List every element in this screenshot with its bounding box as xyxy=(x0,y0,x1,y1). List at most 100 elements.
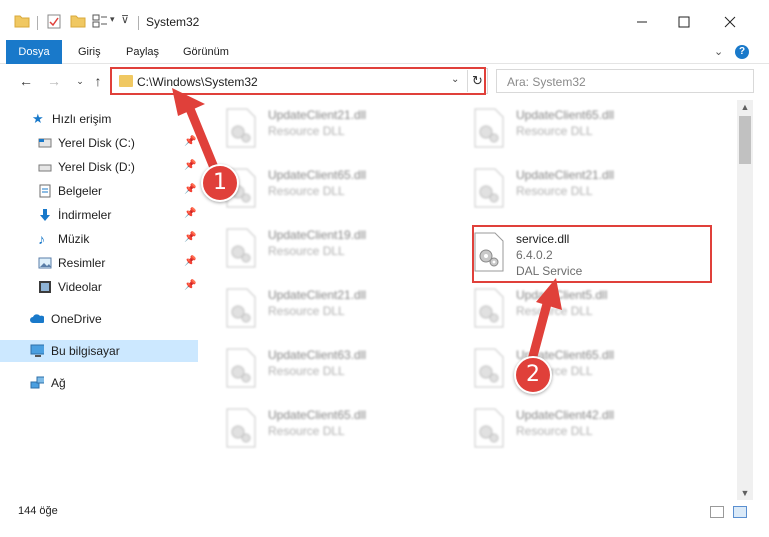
sidebar-item-pictures[interactable]: Resimler 📌 xyxy=(0,252,198,274)
file-item[interactable]: UpdateClient5.dll Resource DLL xyxy=(466,282,696,334)
file-description: Resource DLL xyxy=(268,184,345,198)
address-highlight-box xyxy=(110,67,486,95)
new-folder-icon[interactable] xyxy=(70,14,86,28)
sidebar-item-downloads[interactable]: İndirmeler 📌 xyxy=(0,204,198,226)
sidebar-item-videos[interactable]: Videolar 📌 xyxy=(0,276,198,298)
title-separator xyxy=(138,16,139,30)
qa-separator xyxy=(37,16,38,30)
dll-file-icon xyxy=(474,408,504,448)
tab-share[interactable]: Paylaş xyxy=(126,40,159,64)
folder-icon xyxy=(14,15,30,28)
dll-file-icon xyxy=(474,288,504,328)
dll-file-icon xyxy=(474,348,504,388)
properties-icon[interactable] xyxy=(47,14,61,29)
file-description: Resource DLL xyxy=(268,244,345,258)
file-description: Resource DLL xyxy=(268,364,345,378)
sidebar-item-drive-d[interactable]: Yerel Disk (D:) 📌 xyxy=(0,156,198,178)
file-name: UpdateClient65.dll xyxy=(516,108,615,122)
file-item[interactable]: UpdateClient21.dll Resource DLL xyxy=(218,102,448,154)
minimize-button[interactable] xyxy=(632,12,652,32)
file-description: Resource DLL xyxy=(268,304,345,318)
step-badge-1: 1 xyxy=(201,164,239,202)
pin-icon: 📌 xyxy=(184,256,197,267)
tab-home[interactable]: Giriş xyxy=(78,40,101,64)
back-button[interactable]: ← xyxy=(18,73,34,89)
expand-ribbon-icon[interactable]: ⌄ xyxy=(714,45,723,58)
file-name: UpdateClient63.dll xyxy=(268,348,367,362)
file-name: UpdateClient21.dll xyxy=(268,108,367,122)
sidebar-item-network[interactable]: Ağ xyxy=(0,372,198,394)
file-item[interactable]: UpdateClient65.dll Resource DLL xyxy=(466,102,696,154)
file-name: UpdateClient21.dll xyxy=(268,288,367,302)
item-count: 144 öğe xyxy=(18,505,58,517)
pin-icon: 📌 xyxy=(184,136,197,147)
sidebar-item-this-pc[interactable]: Bu bilgisayar xyxy=(0,340,198,362)
title-bar: ▾ ⊽ System32 xyxy=(0,0,769,40)
file-description: Resource DLL xyxy=(516,424,593,438)
pin-icon: 📌 xyxy=(184,280,197,291)
file-name: UpdateClient5.dll xyxy=(516,288,608,302)
up-button[interactable]: ↑ xyxy=(90,73,106,89)
tab-view[interactable]: Görünüm xyxy=(183,40,229,64)
help-icon[interactable]: ? xyxy=(735,45,749,59)
sidebar-label: Hızlı erişim xyxy=(52,112,112,126)
forward-button[interactable]: → xyxy=(46,73,62,89)
scroll-down-icon[interactable]: ▼ xyxy=(737,486,753,500)
maximize-button[interactable] xyxy=(674,12,694,32)
file-item[interactable]: UpdateClient19.dll Resource DLL xyxy=(218,222,448,274)
documents-icon xyxy=(39,184,51,198)
details-view-icon[interactable] xyxy=(710,506,724,518)
videos-icon xyxy=(39,281,51,293)
scroll-thumb[interactable] xyxy=(739,116,751,164)
file-item[interactable]: UpdateClient21.dll Resource DLL xyxy=(218,282,448,334)
file-description: Resource DLL xyxy=(268,124,345,138)
sidebar-item-quick-access[interactable]: ★ Hızlı erişim xyxy=(0,108,198,130)
file-item[interactable]: UpdateClient65.dll Resource DLL xyxy=(218,162,448,214)
pictures-icon xyxy=(38,257,52,269)
view-options-icon[interactable] xyxy=(92,14,108,28)
step-badge-2: 2 xyxy=(514,356,552,394)
sidebar-label: Videolar xyxy=(58,280,102,294)
file-item[interactable]: UpdateClient21.dll Resource DLL xyxy=(466,162,696,214)
status-bar: 144 öğe xyxy=(0,500,769,537)
close-icon xyxy=(724,16,736,28)
pin-icon: 📌 xyxy=(184,184,197,195)
sidebar-item-onedrive[interactable]: OneDrive xyxy=(0,308,198,330)
drive-icon xyxy=(38,138,52,148)
network-icon xyxy=(30,376,44,389)
pin-icon: 📌 xyxy=(184,160,197,171)
customize-qa-icon[interactable]: ⊽ xyxy=(121,13,129,26)
star-icon: ★ xyxy=(32,111,44,126)
drive-icon xyxy=(38,164,52,172)
vertical-scrollbar[interactable]: ▲ ▼ xyxy=(737,100,753,500)
file-item[interactable]: UpdateClient63.dll Resource DLL xyxy=(218,342,448,394)
sidebar-item-music[interactable]: ♪ Müzik 📌 xyxy=(0,228,198,250)
scroll-up-icon[interactable]: ▲ xyxy=(737,100,753,114)
dll-file-icon xyxy=(474,168,504,208)
file-name: UpdateClient65.dll xyxy=(268,168,367,182)
computer-icon xyxy=(30,344,44,357)
sidebar-label: Müzik xyxy=(58,232,90,246)
file-item[interactable]: UpdateClient42.dll Resource DLL xyxy=(466,402,696,454)
sidebar-item-drive-c[interactable]: Yerel Disk (C:) 📌 xyxy=(0,132,198,154)
file-item[interactable]: UpdateClient65.dll Resource DLL xyxy=(218,402,448,454)
file-name: UpdateClient42.dll xyxy=(516,408,615,422)
sidebar-item-documents[interactable]: Belgeler 📌 xyxy=(0,180,198,202)
recent-locations-icon[interactable]: ⌄ xyxy=(72,73,88,89)
close-button[interactable] xyxy=(720,12,740,32)
address-row: ← → ⌄ ↑ C:\Windows\System32 ⌄ ↻ Ara: Sys… xyxy=(0,64,769,100)
file-item[interactable]: UpdateClient65.dll Resource DLL xyxy=(466,342,696,394)
dll-file-icon xyxy=(226,408,256,448)
tab-file[interactable]: Dosya xyxy=(6,40,62,64)
sidebar-label: Ağ xyxy=(51,376,66,390)
large-icons-view-icon[interactable] xyxy=(733,506,747,518)
pin-icon: 📌 xyxy=(184,208,197,219)
search-placeholder: Ara: System32 xyxy=(507,75,586,89)
file-description: Resource DLL xyxy=(268,424,345,438)
qa-dropdown-icon[interactable]: ▾ xyxy=(110,14,115,25)
sidebar-label: İndirmeler xyxy=(58,208,112,222)
dll-file-icon xyxy=(226,108,256,148)
maximize-icon xyxy=(678,16,690,28)
search-input[interactable]: Ara: System32 xyxy=(496,69,754,93)
sidebar-label: Resimler xyxy=(58,256,106,270)
